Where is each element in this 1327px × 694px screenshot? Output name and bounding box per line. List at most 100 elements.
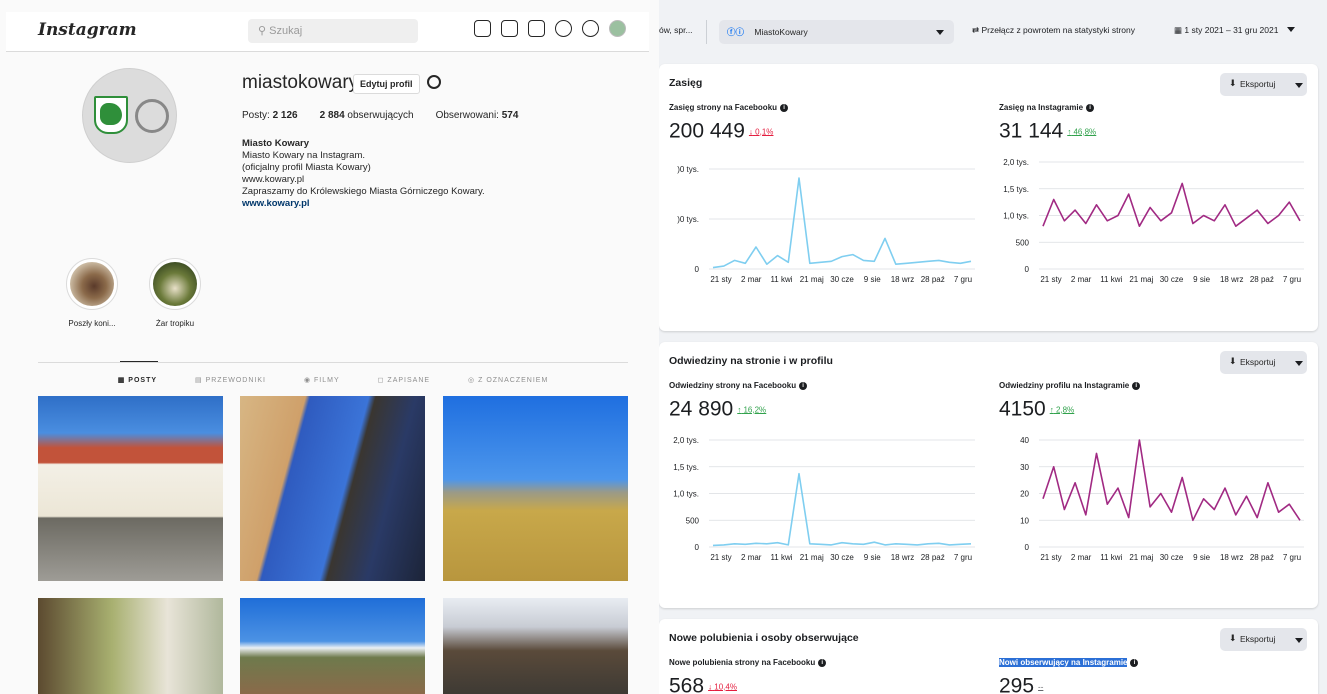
account-selector[interactable]: ⓕⓘ MiastoKowary — [719, 20, 954, 44]
posts-stat: Posty: 2 126 — [242, 110, 298, 121]
highlight-thumbnail — [153, 262, 197, 306]
settings-gear-icon[interactable] — [427, 75, 441, 89]
instagram-visits-chart: 0 10 20 30 40 21 sty 2 mar 11 kwi 21 maj 30 cze 9 … — [1020, 436, 1304, 562]
x-tick-label: 11 kwi — [770, 553, 792, 562]
instagram-logo[interactable]: Instagram — [38, 20, 137, 40]
new-likes-card: Nowe polubienia i osoby obserwujące Eksp… — [659, 619, 1318, 694]
tab-posts[interactable]: ▦ POSTY — [118, 376, 157, 384]
x-tick-label: 30 cze — [1160, 275, 1184, 284]
following-stat[interactable]: Obserwowani: 574 — [436, 110, 519, 121]
x-tick-label: 28 paź — [1250, 275, 1274, 284]
search-input[interactable]: ⚲ Szukaj — [248, 19, 418, 43]
y-tick-label: )0 tys. — [677, 215, 699, 224]
visits-card: Odwiedziny na stronie i w profilu Ekspor… — [659, 342, 1318, 608]
series-line — [712, 472, 972, 547]
y-tick-label: 30 — [1020, 463, 1029, 472]
x-tick-label: 2 mar — [741, 553, 762, 562]
bio-name: Miasto Kowary — [242, 138, 310, 149]
tab-tagged[interactable]: ◎ Z OZNACZENIEM — [468, 376, 548, 384]
metric-change: ↑ 16,2% — [737, 405, 767, 415]
insights-top-bar: ów, spr... ⓕⓘ MiastoKowary ⇄ Przełącz z … — [659, 12, 1327, 52]
metric-value: 200 449 ↓ 0,1% — [669, 119, 774, 143]
bio-line: Miasto Kowary na Instagram. — [242, 150, 366, 161]
tab-saved[interactable]: ◻ ZAPISANE — [378, 376, 430, 384]
card-title: Nowe polubienia i osoby obserwujące — [669, 632, 859, 644]
x-tick-label: 21 sty — [1040, 553, 1061, 562]
bio-line: www.kowary.pl — [242, 174, 305, 185]
chevron-down-icon — [1295, 83, 1303, 88]
metric-change: ↑ 2,8% — [1049, 405, 1075, 415]
x-tick-label: 28 paź — [921, 275, 945, 284]
export-button[interactable]: Eksportuj — [1220, 73, 1307, 96]
post-thumbnail[interactable] — [38, 396, 223, 581]
switch-back-link[interactable]: ⇄ Przełącz z powrotem na statystyki stro… — [972, 25, 1135, 36]
heart-icon[interactable] — [582, 20, 599, 37]
post-thumbnail[interactable] — [240, 598, 425, 694]
y-tick-label: 2,0 tys. — [1003, 158, 1029, 167]
explore-icon[interactable] — [555, 20, 572, 37]
direct-icon[interactable] — [501, 20, 518, 37]
x-tick-label: 21 maj — [1129, 275, 1153, 284]
home-icon[interactable] — [474, 20, 491, 37]
knot-logo-icon — [135, 99, 169, 133]
export-button[interactable]: Eksportuj — [1220, 351, 1307, 374]
x-tick-label: 21 maj — [800, 553, 824, 562]
info-icon: i — [799, 381, 808, 390]
info-icon: i — [1086, 103, 1095, 112]
x-tick-label: 11 kwi — [770, 275, 792, 284]
profile-stats: Posty: 2 126 2 884 obserwujących Obserwo… — [242, 110, 518, 121]
metric-change: -- — [1038, 682, 1044, 692]
x-tick-label: 18 wrz — [1220, 275, 1244, 284]
bio-link[interactable]: www.kowary.pl — [242, 198, 485, 210]
post-thumbnail[interactable] — [38, 598, 223, 694]
post-thumbnail[interactable] — [443, 598, 628, 694]
y-tick-label: 500 — [1016, 238, 1030, 247]
calendar-icon: ▦ — [1174, 25, 1185, 35]
x-tick-label: 18 wrz — [891, 553, 915, 562]
x-tick-label: 7 gru — [954, 275, 972, 284]
story-highlight[interactable]: Żar tropiku — [135, 258, 215, 328]
bio-line: (oficjalny profil Miasta Kowary) — [242, 162, 371, 173]
post-thumbnail[interactable] — [240, 396, 425, 581]
y-tick-label: 1,5 tys. — [1003, 185, 1029, 194]
followers-stat[interactable]: 2 884 obserwujących — [320, 110, 414, 121]
y-tick-label: 0 — [1025, 265, 1030, 274]
y-tick-label: 10 — [1020, 516, 1029, 525]
facebook-reach-chart: 0)0 tys.)0 tys. 21 sty 2 mar 11 kwi 21 maj 30… — [677, 165, 975, 284]
x-tick-label: 30 cze — [830, 553, 854, 562]
x-tick-label: 21 sty — [1040, 275, 1061, 284]
metric-label: Zasięg strony na Facebooku i — [669, 103, 789, 112]
highlight-thumbnail — [70, 262, 114, 306]
profile-avatar[interactable] — [82, 68, 177, 163]
y-tick-label: 40 — [1020, 436, 1029, 445]
profile-avatar-icon[interactable] — [609, 20, 626, 37]
facebook-insights-panel: ów, spr... ⓕⓘ MiastoKowary ⇄ Przełącz z … — [659, 0, 1327, 694]
metric-label: Nowi obserwujący na Instagramie i — [999, 658, 1139, 667]
metric-change: ↓ 10,4% — [708, 682, 737, 692]
metric-label: Nowe polubienia strony na Facebooku i — [669, 658, 827, 667]
date-range-picker[interactable]: ▦ 1 sty 2021 – 31 gru 2021 — [1174, 25, 1295, 36]
edit-profile-button[interactable]: Edytuj profil — [353, 74, 420, 94]
tab-guides[interactable]: ▤ PRZEWODNIKI — [195, 376, 266, 384]
metric-label: Odwiedziny profilu na Instagramie i — [999, 381, 1141, 390]
export-button[interactable]: Eksportuj — [1220, 628, 1307, 651]
post-thumbnail[interactable] — [443, 396, 628, 581]
highlight-label: Poszły koni... — [68, 319, 116, 328]
story-highlight[interactable]: Poszły koni... — [52, 258, 132, 328]
chevron-down-icon — [1286, 27, 1295, 32]
x-tick-label: 7 gru — [1283, 553, 1301, 562]
chevron-down-icon — [1295, 361, 1303, 366]
x-tick-label: 9 sie — [1193, 553, 1210, 562]
x-tick-label: 7 gru — [1283, 275, 1301, 284]
y-tick-label: )0 tys. — [677, 165, 699, 174]
divider — [706, 20, 707, 44]
x-tick-label: 2 mar — [1071, 553, 1092, 562]
profile-username: miastokowary — [242, 72, 359, 93]
facebook-visits-chart: 0 500 1,0 tys. 1,5 tys. 2,0 tys. 21 sty 2 mar 1… — [673, 436, 975, 562]
account-name: MiastoKowary — [754, 27, 808, 37]
highlight-label: Żar tropiku — [155, 319, 195, 328]
tab-reels[interactable]: ◉ FILMY — [304, 376, 340, 384]
new-post-icon[interactable] — [528, 20, 545, 37]
x-tick-label: 18 wrz — [1220, 553, 1244, 562]
x-tick-label: 11 kwi — [1100, 553, 1122, 562]
